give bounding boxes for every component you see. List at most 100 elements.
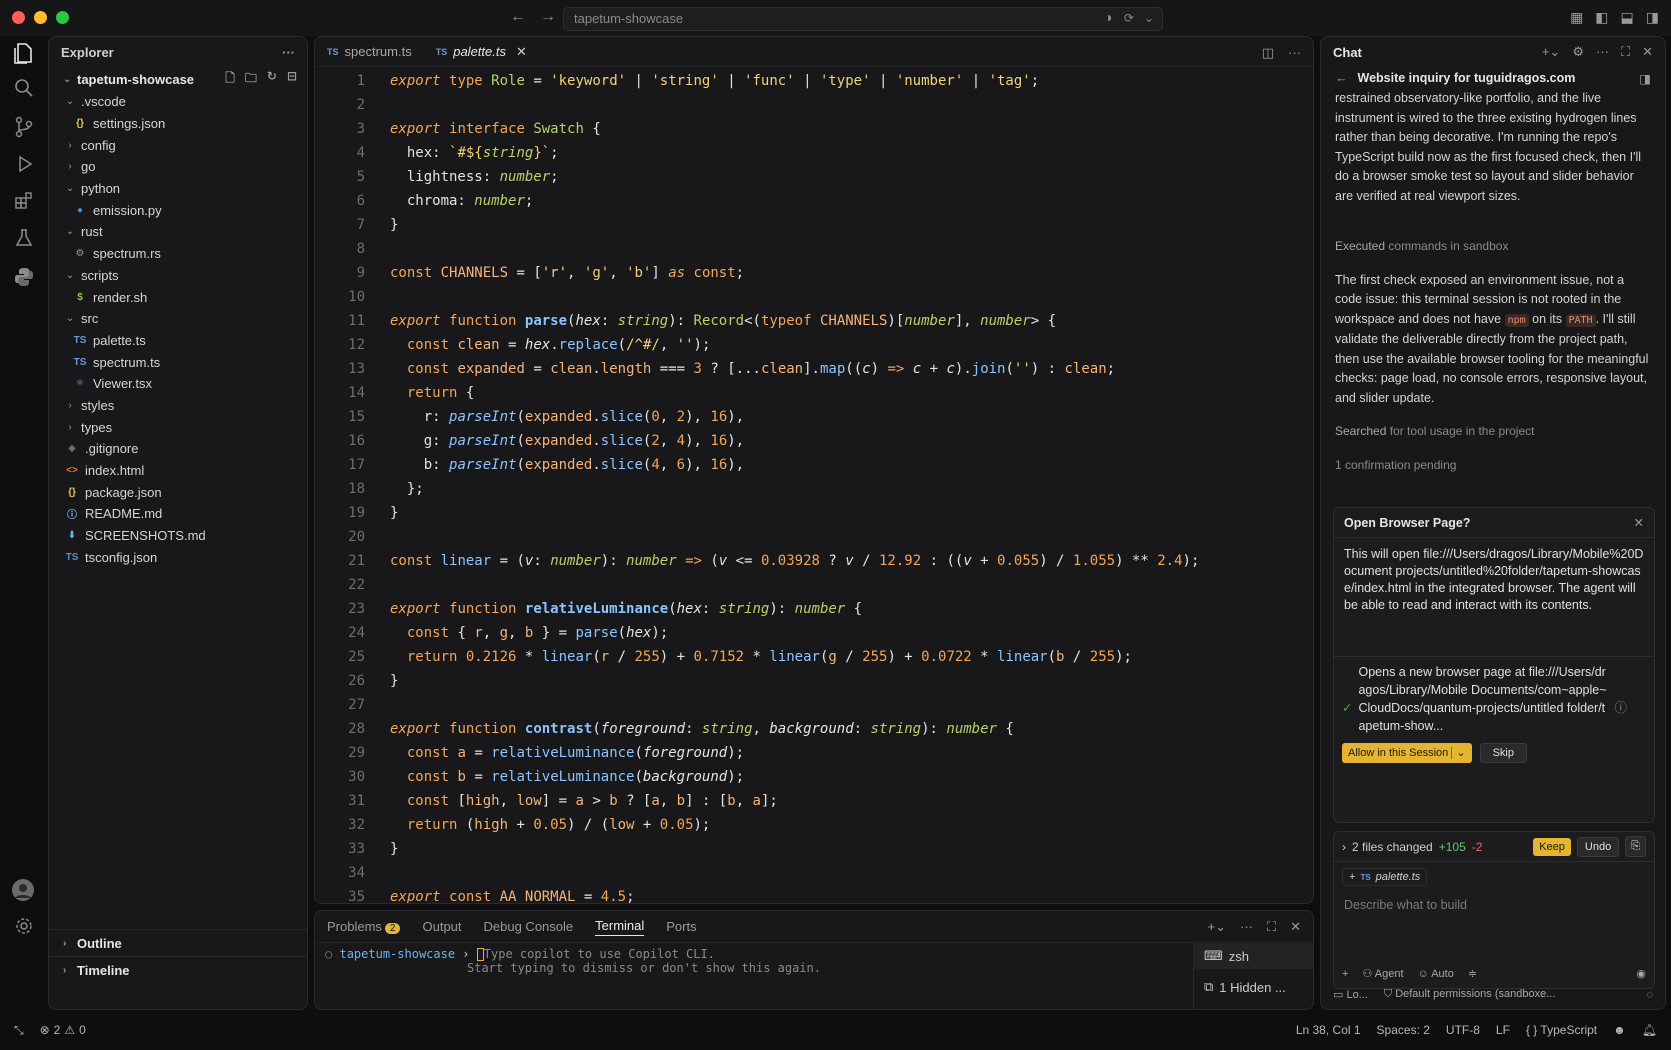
tree-file[interactable]: ● emission.py [49,199,307,221]
location-picker[interactable]: ▭ Lo... [1333,988,1368,1001]
tab-output[interactable]: Output [422,919,461,934]
new-file-icon[interactable]: 🗋 [225,69,235,90]
maximize-icon[interactable]: ⛶ [1621,44,1630,60]
tab-debug-console[interactable]: Debug Console [484,919,574,934]
tab-problems[interactable]: Problems 2 [327,919,401,934]
end-of-line[interactable]: LF [1496,1023,1510,1037]
more-actions-icon[interactable]: ··· [282,45,295,60]
collapse-all-icon[interactable]: ⊟ [287,69,297,90]
tab-ports[interactable]: Ports [666,919,696,934]
extensions-icon[interactable] [12,190,36,214]
tree-file[interactable]: ⚛ Viewer.tsx [49,373,307,395]
tree-file[interactable]: ⬇ SCREENSHOTS.md [49,525,307,547]
language-mode[interactable]: { } TypeScript [1526,1023,1597,1037]
outline-section[interactable]: › Outline [49,929,307,956]
keep-button[interactable]: Keep [1533,837,1571,856]
allow-in-session-button[interactable]: Allow in this Session ⌄ [1342,743,1472,763]
chevron-down-icon[interactable]: ⌄ [1451,747,1466,759]
source-control-icon[interactable] [12,116,36,140]
tree-folder[interactable]: ⌄ src [49,308,307,330]
tree-file[interactable]: TS tsconfig.json [49,546,307,568]
run-debug-icon[interactable] [12,154,36,178]
chevron-down-icon[interactable]: ⌄ [1144,11,1154,25]
tree-file[interactable]: $ render.sh [49,286,307,308]
tree-folder[interactable]: ⌄ python [49,178,307,200]
notifications-bell-icon[interactable]: 🔔︎ [1642,1023,1657,1037]
zoom-window-button[interactable] [56,11,69,24]
session-panel-icon[interactable]: ◨ [1639,71,1651,86]
close-icon[interactable]: ✕ [1642,44,1653,60]
copilot-icon[interactable]: ⟳ [1124,11,1134,25]
testing-flask-icon[interactable] [12,228,36,252]
command-center-search[interactable]: tapetum-showcase ⟳ ⌄ [563,7,1163,31]
tree-file[interactable]: {} package.json [49,481,307,503]
undo-button[interactable]: Undo [1576,836,1620,857]
skip-button[interactable]: Skip [1479,743,1527,763]
problems-status[interactable]: ⊗ 2 ⚠ 0 [40,1023,86,1037]
attached-file-chip[interactable]: + TS palette.ts [1342,868,1428,886]
explorer-icon[interactable] [12,42,36,66]
add-icon[interactable]: + [1342,968,1348,980]
info-icon[interactable]: ⓘ [1614,699,1627,735]
tab-palette-ts[interactable]: TS palette.ts ✕ [424,37,539,67]
tree-folder[interactable]: ⌄ rust [49,221,307,243]
new-chat-icon[interactable]: +⌄ [1542,44,1560,60]
tree-folder[interactable]: › types [49,416,307,438]
search-icon[interactable] [12,78,36,102]
more-actions-icon[interactable]: ··· [1288,45,1301,61]
tree-folder[interactable]: ⌄ scripts [49,265,307,287]
toggle-secondary-sidebar-icon[interactable]: ◨ [1646,9,1659,26]
view-diff-icon[interactable]: ⎘ [1625,836,1646,857]
new-terminal-icon[interactable]: +⌄ [1208,919,1226,935]
toggle-panel-icon[interactable]: ⬓ [1621,9,1634,26]
minimize-window-button[interactable] [34,11,47,24]
back-arrow-icon[interactable]: ← [1335,71,1348,85]
maximize-panel-icon[interactable]: ⛶ [1267,919,1276,935]
account-avatar[interactable] [11,878,35,902]
copilot-status-icon[interactable]: ◑ [1104,9,1112,25]
executed-status[interactable]: Executed commands in sandbox [1321,237,1665,257]
tree-folder[interactable]: › go [49,156,307,178]
permissions-picker[interactable]: ⛉ Default permissions (sandboxe... [1384,988,1556,1001]
tree-folder[interactable]: › styles [49,395,307,417]
remote-indicator-icon[interactable]: ⤡ [14,1023,24,1038]
send-stop-icon[interactable]: ◉ [1636,967,1646,980]
tab-terminal[interactable]: Terminal [595,918,645,936]
tree-file[interactable]: TS palette.ts [49,330,307,352]
split-editor-icon[interactable]: ◫ [1262,45,1274,61]
forward-arrow-icon[interactable]: → [540,8,556,26]
tree-file[interactable]: {} settings.json [49,113,307,135]
refresh-icon[interactable]: ↻ [267,69,277,90]
tree-folder[interactable]: › config [49,134,307,156]
add-context-icon[interactable]: + [1349,871,1355,883]
close-tab-icon[interactable]: ✕ [516,44,527,60]
workspace-root[interactable]: ⌄ tapetum-showcase 🗋 🗀 ↻ ⊟ [49,67,307,91]
settings-gear-icon[interactable]: ⚙ [1572,44,1584,60]
tools-icon[interactable]: ≑ [1468,967,1477,980]
copilot-icon[interactable]: ☻ [1613,1023,1626,1037]
settings-gear-icon[interactable] [12,916,36,940]
model-picker[interactable]: ☺ Auto [1418,968,1454,980]
hidden-terminals[interactable]: ⧉ 1 Hidden ... [1194,969,1313,1005]
searched-status[interactable]: Searched for tool usage in the project [1321,422,1665,442]
chat-input[interactable]: Describe what to build [1334,892,1654,918]
tree-file[interactable]: ⓘ README.md [49,503,307,525]
tree-file[interactable]: ◆ .gitignore [49,438,307,460]
python-icon[interactable] [12,266,36,290]
cursor-position[interactable]: Ln 38, Col 1 [1296,1023,1361,1037]
new-folder-icon[interactable]: 🗀 [245,69,257,90]
more-actions-icon[interactable]: ··· [1240,919,1253,935]
chevron-right-icon[interactable]: › [1342,840,1346,854]
close-panel-icon[interactable]: ✕ [1290,919,1301,935]
back-arrow-icon[interactable]: ← [510,8,526,26]
terminal-session-zsh[interactable]: ⌨ zsh [1194,943,1313,969]
close-icon[interactable]: ✕ [1634,515,1644,530]
customize-layout-icon[interactable]: ▦ [1570,9,1583,26]
tree-folder[interactable]: ⌄ .vscode [49,91,307,113]
tab-spectrum-ts[interactable]: TS spectrum.ts [315,37,424,67]
tree-file[interactable]: <> index.html [49,460,307,482]
indentation[interactable]: Spaces: 2 [1377,1023,1430,1037]
terminal-output[interactable]: ○ tapetum-showcase › Type copilot to use… [315,943,1313,979]
close-window-button[interactable] [12,11,25,24]
encoding[interactable]: UTF-8 [1446,1023,1480,1037]
